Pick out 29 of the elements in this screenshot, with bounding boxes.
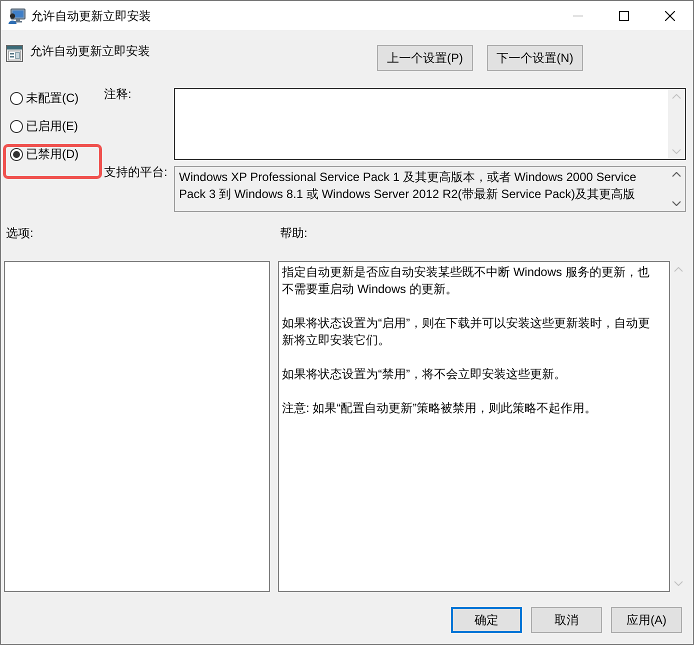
window-title: 允许自动更新立即安装 (31, 8, 151, 22)
radio-button[interactable]: 已启用(E) (10, 116, 78, 136)
chevron-down-icon (672, 201, 681, 206)
setting-nav-button[interactable]: 上一个设置(P) (377, 45, 473, 71)
radio-button[interactable]: 已禁用(D) (10, 144, 79, 164)
help-paragraph: 注意: 如果“配置自动更新”策略被禁用，则此策略不起作用。 (282, 400, 598, 417)
dialog-button[interactable]: 取消 (531, 607, 602, 633)
dialog-button[interactable]: 确定 (451, 607, 522, 633)
help-label: 帮助: (279, 227, 308, 239)
comment-label: 注释: (104, 88, 132, 100)
help-paragraph: 指定自动更新是否应自动安装某些既不中断 Windows 服务的更新，也不需要重启动 Windows 的更新。 (282, 264, 650, 298)
chevron-down-icon (672, 149, 681, 154)
setting-nav-button[interactable]: 下一个设置(N) (487, 45, 583, 71)
chevron-up-icon (672, 172, 681, 177)
chevron-down-icon (674, 581, 682, 586)
help-paragraph: 如果将状态设置为“禁用”，将不会立即安装这些更新。 (282, 366, 567, 383)
scrollbar[interactable] (668, 89, 685, 159)
computer-user-icon (8, 8, 26, 24)
chevron-up-icon (674, 267, 682, 272)
help-paragraph: 如果将状态设置为“启用”，则在下载并可以安装这些更新装时，自动更新将立即安装它们。 (282, 315, 651, 349)
options-label: 选项: (5, 227, 34, 239)
radio-button[interactable]: 未配置(C) (10, 88, 79, 108)
platform-label: 支持的平台: (104, 166, 168, 178)
comment-field[interactable] (174, 88, 686, 160)
platform-field[interactable]: Windows XP Professional Service Pack 1 及其更高版本，或者 Windows 2000 Service Pack 3 到 Windows 8.1 或 Windows Server 2012 R2(带最新 Service Pack)及其更高版 (174, 166, 686, 212)
window-form-icon (6, 45, 23, 62)
chevron-up-icon (672, 94, 681, 99)
dialog-button[interactable]: 应用(A) (611, 607, 682, 633)
setting-title: 允许自动更新立即安装 (30, 44, 150, 58)
